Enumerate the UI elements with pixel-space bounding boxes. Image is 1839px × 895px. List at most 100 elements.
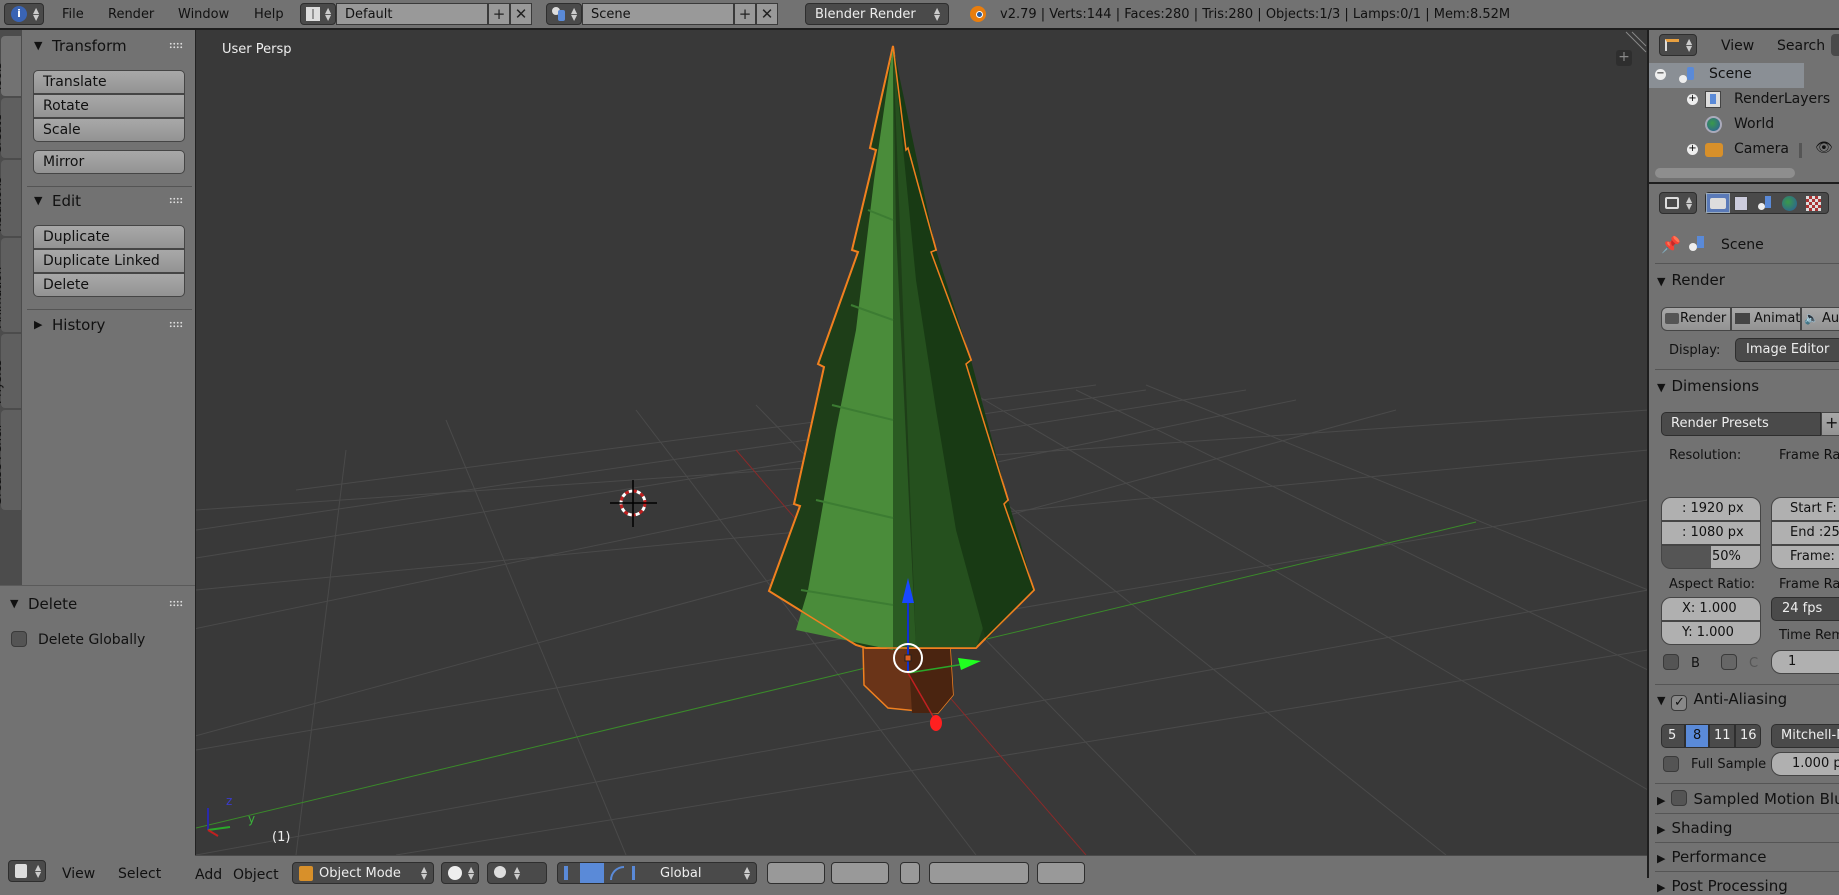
menu-help[interactable]: Help (254, 7, 284, 22)
delete-globally-checkbox[interactable] (11, 631, 27, 647)
scene-selector[interactable]: ▲ ▼ (546, 3, 582, 25)
aa-samples-8[interactable]: 8 (1685, 724, 1709, 748)
render-panel-header[interactable]: ▼ Render (1657, 271, 1725, 289)
anti-aliasing-checkbox[interactable]: ✓ (1671, 695, 1688, 711)
texture-tab[interactable] (1806, 196, 1821, 211)
delete-button[interactable]: Delete (33, 273, 185, 297)
3d-viewport[interactable]: User Persp (1) z y + (195, 30, 1647, 855)
viewport-editor-type[interactable]: ▲ ▼ (8, 860, 46, 882)
menu-render[interactable]: Render (108, 7, 154, 22)
motion-blur-checkbox[interactable] (1671, 790, 1688, 806)
remove-layout-button[interactable]: ✕ (510, 3, 532, 25)
orientation-label[interactable]: Global (660, 866, 701, 881)
outliner-menu-search[interactable]: Search (1777, 38, 1825, 54)
aspect-x-field[interactable]: X: 1.000 (1661, 597, 1761, 621)
tab-grease-pencil[interactable]: Grease Pencil (0, 410, 21, 510)
drag-grip-icon[interactable] (169, 321, 183, 328)
filter-size-field[interactable]: 1.000 px (1771, 752, 1839, 776)
properties-editor-type[interactable]: ▲ ▼ (1659, 192, 1697, 214)
scene-name[interactable]: Scene (582, 3, 734, 25)
remove-scene-button[interactable]: ✕ (756, 3, 778, 25)
tab-create[interactable]: Create (0, 98, 21, 158)
aa-samples-11[interactable]: 11 (1709, 724, 1735, 748)
display-dropdown[interactable]: Image Editor (1735, 338, 1839, 362)
drag-grip-icon[interactable] (169, 42, 183, 49)
aa-samples-16[interactable]: 16 (1735, 724, 1761, 748)
outliner-editor-type[interactable]: ▲ ▼ (1659, 34, 1697, 56)
performance-panel-header[interactable]: ▶ Performance (1657, 848, 1767, 866)
outliner-horizontal-scrollbar[interactable] (1655, 168, 1795, 178)
menu-file[interactable]: File (62, 7, 84, 22)
menu-window[interactable]: Window (178, 7, 229, 22)
start-frame-field[interactable]: Start F: 1 (1771, 497, 1839, 521)
scale-button[interactable]: Scale (33, 118, 185, 142)
tab-tools[interactable]: Tools (0, 36, 21, 96)
outliner-row-renderlayers[interactable]: + RenderLayers (1649, 88, 1839, 113)
menu-add[interactable]: Add (195, 867, 222, 883)
toggle-properties-button[interactable]: + (1616, 50, 1632, 66)
translate-manipulator-icon[interactable] (580, 863, 604, 883)
outliner-filter-dropdown[interactable] (1831, 34, 1839, 56)
translate-button[interactable]: Translate (33, 70, 185, 94)
viewport-canvas[interactable] (196, 30, 1647, 855)
mode-selector[interactable]: Object Mode ▲ ▼ (292, 862, 434, 884)
outliner-row-camera[interactable]: + Camera 👁 (1649, 138, 1839, 163)
operator-header[interactable]: ▼ Delete (0, 592, 195, 616)
menu-view[interactable]: View (62, 866, 95, 882)
resolution-y-field[interactable]: : 1080 px (1661, 521, 1761, 545)
add-scene-button[interactable]: + (734, 3, 756, 25)
expand-icon[interactable]: + (1687, 94, 1698, 105)
aspect-y-field[interactable]: Y: 1.000 (1661, 621, 1761, 645)
menu-select[interactable]: Select (118, 866, 161, 882)
render-buttons[interactable] (1037, 862, 1085, 884)
post-processing-panel-header[interactable]: ▶ Post Processing (1657, 877, 1788, 895)
outliner-row-world[interactable]: World (1649, 113, 1839, 138)
border-checkbox[interactable] (1663, 654, 1679, 670)
tab-physics[interactable]: Physics (0, 334, 21, 408)
screen-layout-name[interactable]: Default (336, 3, 488, 25)
shading-panel-header[interactable]: ▶ Shading (1657, 819, 1732, 837)
scene-tab[interactable] (1758, 196, 1773, 211)
resolution-x-field[interactable]: : 1920 px (1661, 497, 1761, 521)
dimensions-panel-header[interactable]: ▼ Dimensions (1657, 377, 1759, 395)
full-sample-checkbox[interactable] (1663, 756, 1679, 772)
outliner-row-scene[interactable]: − Scene (1649, 63, 1804, 88)
layer-buttons-1[interactable] (767, 862, 825, 884)
render-engine-selector[interactable]: Blender Render ▲ ▼ (805, 3, 949, 25)
editor-type-button[interactable]: i ▲ ▼ (4, 3, 44, 25)
frame-step-field[interactable]: Frame: 1 (1771, 545, 1839, 569)
aa-filter-dropdown[interactable]: Mitchell-Netravali (1771, 724, 1839, 748)
resolution-percentage-slider[interactable]: 50% (1661, 545, 1761, 569)
add-layout-button[interactable]: + (488, 3, 510, 25)
motion-blur-panel-header[interactable]: ▶ Sampled Motion Blur (1657, 790, 1839, 808)
drag-grip-icon[interactable] (169, 197, 183, 204)
anti-aliasing-panel-header[interactable]: ▼ ✓ Anti-Aliasing (1657, 690, 1787, 711)
add-preset-button[interactable]: + (1821, 412, 1839, 436)
layer-buttons-2[interactable] (831, 862, 889, 884)
world-tab[interactable] (1782, 196, 1797, 211)
pin-icon[interactable]: 📌 (1661, 235, 1681, 254)
snap-group[interactable] (929, 862, 1029, 884)
duplicate-linked-button[interactable]: Duplicate Linked (33, 249, 185, 273)
mirror-button[interactable]: Mirror (33, 150, 185, 174)
expand-icon[interactable]: + (1687, 144, 1698, 155)
render-presets-dropdown[interactable]: Render Presets (1661, 412, 1821, 436)
drag-grip-icon[interactable] (169, 600, 183, 607)
end-frame-field[interactable]: End :250 (1771, 521, 1839, 545)
rotate-button[interactable]: Rotate (33, 94, 185, 118)
tab-relations[interactable]: Relations (0, 160, 21, 236)
crop-checkbox[interactable] (1721, 654, 1737, 670)
outliner-menu-view[interactable]: View (1721, 38, 1754, 54)
duplicate-button[interactable]: Duplicate (33, 225, 185, 249)
collapse-icon[interactable]: − (1655, 69, 1666, 80)
panel-transform-header[interactable]: ▼ Transform (22, 34, 195, 58)
visibility-eye-icon[interactable]: 👁 (1815, 140, 1833, 156)
aa-samples-5[interactable]: 5 (1661, 724, 1685, 748)
lock-camera-button[interactable] (900, 862, 920, 884)
render-layers-tab[interactable] (1734, 196, 1748, 211)
frame-rate-dropdown[interactable]: 24 fps (1771, 597, 1839, 621)
panel-edit-header[interactable]: ▼ Edit (22, 189, 195, 213)
panel-history-header[interactable]: ▶ History (22, 313, 195, 337)
pivot-selector[interactable]: ▲ ▼ (487, 862, 547, 884)
menu-object[interactable]: Object (233, 867, 279, 883)
